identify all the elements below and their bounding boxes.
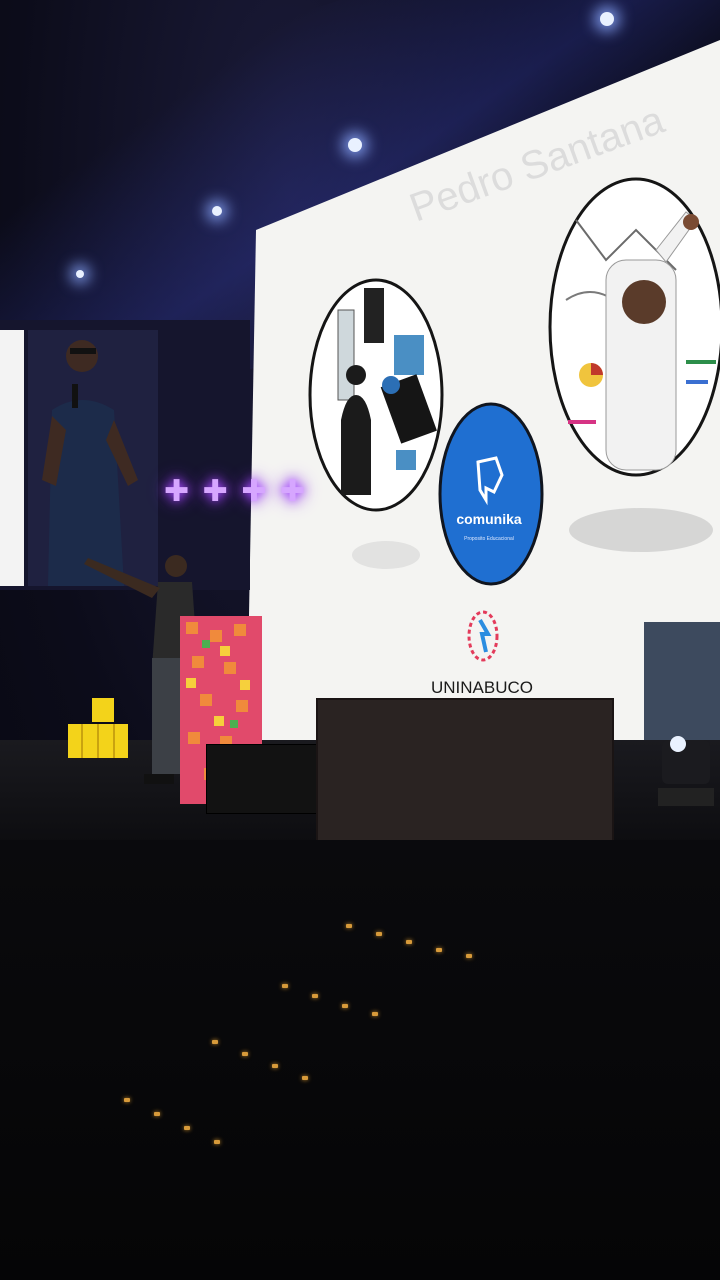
- aisle-step-lights: [0, 0, 720, 1280]
- event-photo: Pedro Santana comunika Proposito Educaci…: [0, 0, 720, 1280]
